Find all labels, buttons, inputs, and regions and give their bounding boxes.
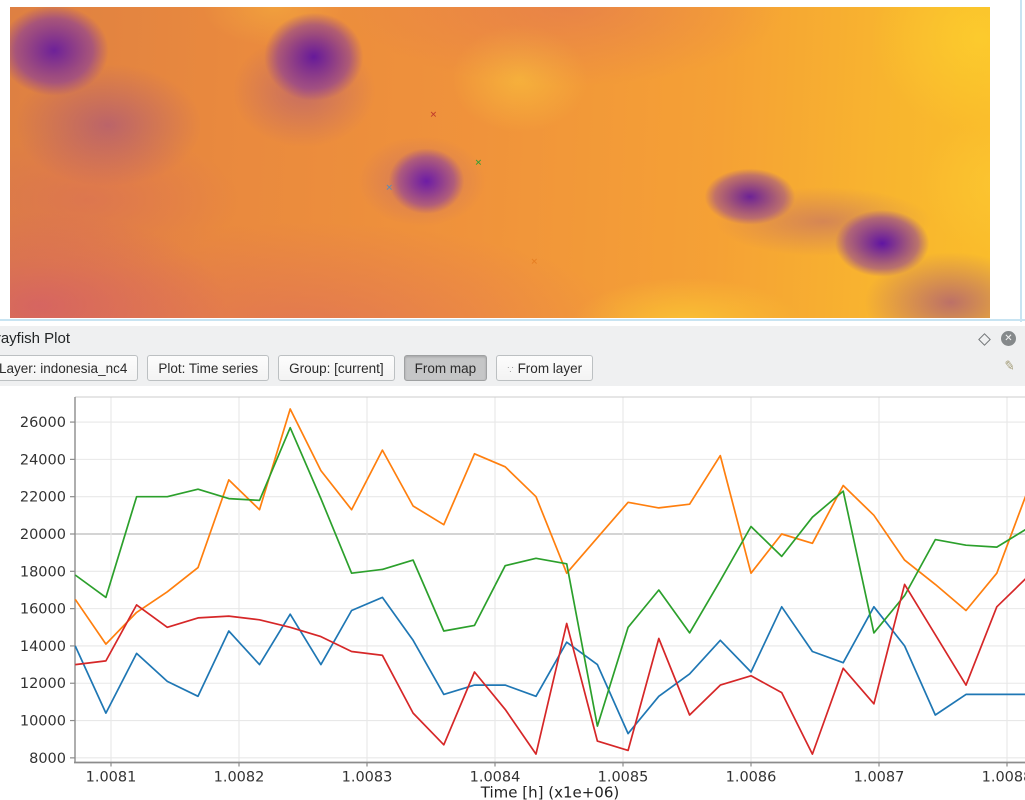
plot-type-button[interactable]: Plot: Time series [147, 355, 269, 381]
y-tick-label: 18000 [20, 564, 66, 580]
from-map-button[interactable]: From map [404, 355, 488, 381]
pick-red-marker: ✕ [430, 112, 438, 121]
map-frame-line [0, 319, 1025, 321]
from-layer-button[interactable]: ∵From layer [496, 355, 593, 381]
pick-blue-marker: ✕ [385, 184, 393, 193]
y-tick-label: 22000 [20, 490, 66, 506]
from-layer-icon: ∵ [507, 365, 513, 376]
x-tick-label: 1.0081 [86, 770, 137, 786]
raster-heatmap-layer[interactable]: ✕ ✕ ✕ ✕ [10, 7, 990, 318]
y-tick-label: 24000 [20, 452, 66, 468]
point-4-red-line [75, 577, 1025, 754]
pick-orange-marker: ✕ [531, 258, 539, 267]
point-1-blue-line [75, 597, 1025, 733]
pencil-icon[interactable]: ✎ [1003, 357, 1016, 374]
plot-toolbar: Layer: indonesia_nc4 Plot: Time series G… [0, 355, 1025, 386]
x-axis-title: Time [h] (x1e+06) [480, 784, 619, 800]
y-tick-label: 10000 [20, 714, 66, 730]
x-tick-label: 1.0087 [854, 770, 905, 786]
layer-button[interactable]: Layer: indonesia_nc4 [0, 355, 138, 381]
y-tick-label: 26000 [20, 415, 66, 431]
undock-icon[interactable] [978, 333, 991, 346]
close-icon[interactable]: ✕ [1001, 331, 1016, 346]
y-tick-label: 16000 [20, 602, 66, 618]
y-tick-label: 8000 [29, 751, 66, 767]
group-button[interactable]: Group: [current] [278, 355, 395, 381]
crayfish-plot-panel-header: Crayfish Plot ✕ Layer: indonesia_nc4 Plo… [0, 326, 1025, 387]
x-tick-label: 1.0082 [214, 770, 265, 786]
x-tick-label: 1.0088 [982, 770, 1025, 786]
panel-title: Crayfish Plot [0, 330, 70, 347]
x-tick-label: 1.0083 [342, 770, 393, 786]
time-series-chart-canvas[interactable]: 8000 10000 12000 14000 16000 18000 20000 22000 2… [0, 386, 1025, 800]
x-tick-label: 1.0086 [726, 770, 777, 786]
y-tick-label: 20000 [20, 527, 66, 543]
y-tick-label: 14000 [20, 639, 66, 655]
map-viewport[interactable]: ✕ ✕ ✕ ✕ [0, 0, 1025, 322]
y-tick-label: 12000 [20, 676, 66, 692]
point-3-green-line [75, 428, 1025, 726]
map-frame-line [1020, 0, 1022, 322]
pick-green-marker: ✕ [475, 160, 483, 169]
